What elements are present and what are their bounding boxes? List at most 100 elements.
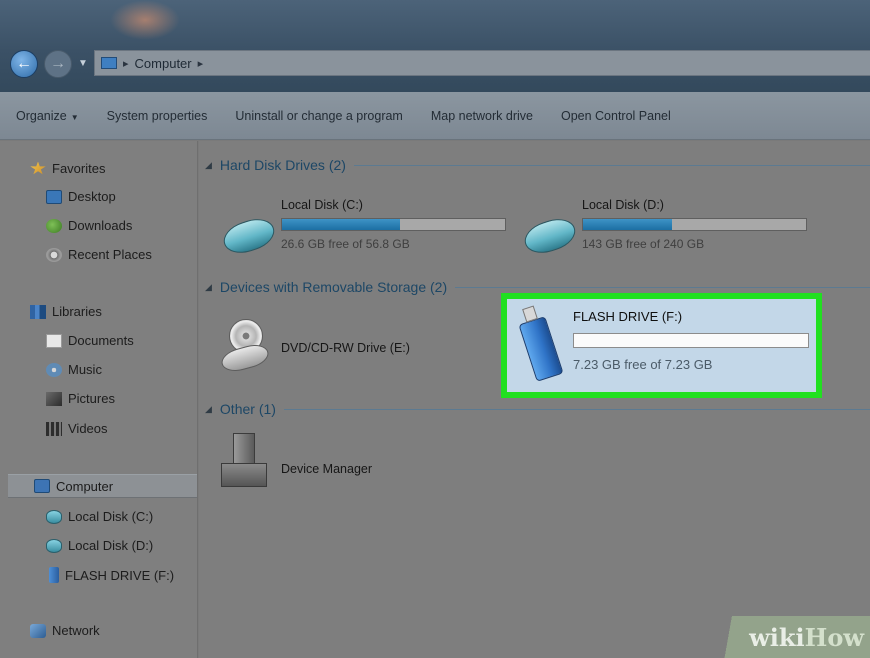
dvd-drive-icon [218,319,272,375]
sidebar-item-favorites[interactable]: Favorites [30,161,105,176]
sidebar-item-local-disk-d[interactable]: Local Disk (D:) [46,538,153,553]
sidebar-item-label: Music [68,362,102,377]
drive-usage-fill [282,219,401,230]
map-network-drive-button[interactable]: Map network drive [417,109,547,123]
drive-flash-f[interactable]: FLASH DRIVE (F:) 7.23 GB free of 7.23 GB [501,293,822,398]
sidebar-item-label: FLASH DRIVE (F:) [65,567,175,583]
group-header-hdd[interactable]: ◢ Hard Disk Drives (2) [205,157,870,173]
drive-local-disk-d[interactable]: Local Disk (D:) 143 GB free of 240 GB [520,196,814,261]
organize-dropdown-icon: ▼ [70,112,79,122]
address-location[interactable]: Computer [135,56,192,71]
sidebar-item-documents[interactable]: Documents [46,333,134,348]
usb-drive-icon [49,567,59,583]
address-separator-icon[interactable]: ▸ [123,57,129,70]
group-divider [353,164,870,166]
sidebar-item-label: Recent Places [68,247,152,262]
usb-flash-drive-icon [518,316,564,382]
hard-disk-icon [219,213,279,259]
computer-tower-icon [233,433,255,467]
group-divider [283,408,870,410]
sidebar-item-label: Videos [68,421,108,436]
drive-icon [46,538,62,553]
documents-icon [46,333,62,348]
sidebar-item-pictures[interactable]: Pictures [46,391,115,406]
drive-name: Local Disk (C:) [281,198,363,212]
organize-button[interactable]: Organize ▼ [0,109,93,123]
group-title: Devices with Removable Storage (2) [219,279,448,295]
recent-locations-dropdown-icon[interactable]: ▼ [78,58,88,69]
sidebar-item-label: Favorites [52,161,106,176]
sidebar-item-label: Libraries [52,304,102,319]
item-name: Device Manager [281,462,373,476]
collapse-triangle-icon[interactable]: ◢ [205,160,212,171]
favorites-star-icon [30,161,46,175]
address-bar[interactable]: ▸ Computer ▸ [94,50,870,76]
drive-name: FLASH DRIVE (F:) [573,309,683,324]
sidebar-item-label: Local Disk (D:) [68,538,154,553]
device-manager-item[interactable]: Device Manager [221,433,471,495]
sidebar-item-label: Desktop [68,189,116,204]
drive-local-disk-c[interactable]: Local Disk (C:) 26.6 GB free of 56.8 GB [219,196,513,261]
sidebar-item-recent-places[interactable]: Recent Places [46,247,152,262]
dvd-tray-icon [218,341,272,375]
navigation-pane: Favorites Desktop Downloads Recent Place… [0,141,198,658]
drive-free-space: 7.23 GB free of 7.23 GB [573,357,713,372]
network-icon [30,623,46,638]
drive-usage-bar [573,333,809,348]
wikihow-watermark: wiki How [700,616,870,658]
group-title: Other (1) [219,401,276,417]
sidebar-item-label: Computer [56,478,114,494]
sidebar-item-label: Downloads [68,218,133,233]
window-glow [110,0,180,40]
drive-icon [46,509,62,524]
collapse-triangle-icon[interactable]: ◢ [205,404,212,415]
videos-icon [46,421,62,436]
title-bar: ← → ▼ ▸ Computer ▸ [0,0,870,92]
libraries-icon [30,304,46,319]
music-icon [46,362,62,377]
sidebar-item-desktop[interactable]: Desktop [46,189,116,204]
sidebar-item-videos[interactable]: Videos [46,421,108,436]
sidebar-item-label: Pictures [68,391,115,406]
device-manager-icon [221,433,267,489]
forward-button[interactable]: → [44,50,72,78]
address-chevron-icon[interactable]: ▸ [198,57,204,70]
pictures-icon [46,391,62,406]
recent-places-icon [46,247,62,262]
drive-usage-fill [583,219,673,230]
toolbox-icon [221,463,267,487]
watermark-how: How [804,622,864,652]
hard-disk-icon [520,213,580,259]
system-properties-button[interactable]: System properties [93,109,222,123]
computer-icon [34,479,50,493]
content-pane: ◢ Hard Disk Drives (2) Local Disk (C:) 2… [199,141,870,658]
sidebar-item-music[interactable]: Music [46,362,102,377]
drive-free-space: 26.6 GB free of 56.8 GB [281,237,410,251]
watermark-wiki: wiki [749,622,805,652]
downloads-icon [46,218,62,233]
sidebar-item-local-disk-c[interactable]: Local Disk (C:) [46,509,153,524]
sidebar-item-label: Network [52,623,100,638]
sidebar-item-downloads[interactable]: Downloads [46,218,132,233]
drive-usage-bar [281,218,506,231]
uninstall-program-button[interactable]: Uninstall or change a program [221,109,416,123]
group-header-other[interactable]: ◢ Other (1) [205,401,870,417]
computer-icon [101,57,117,69]
drive-free-space: 143 GB free of 240 GB [582,237,705,251]
group-divider [455,286,870,288]
command-bar: Organize ▼ System properties Uninstall or… [0,92,870,140]
sidebar-item-computer[interactable]: Computer [8,474,197,498]
sidebar-item-label: Local Disk (C:) [68,509,154,524]
sidebar-item-libraries[interactable]: Libraries [30,304,102,319]
open-control-panel-button[interactable]: Open Control Panel [547,109,685,123]
sidebar-item-network[interactable]: Network [30,623,100,638]
group-title: Hard Disk Drives (2) [219,157,346,173]
collapse-triangle-icon[interactable]: ◢ [205,282,212,293]
drive-usage-bar [582,218,807,231]
sidebar-item-label: Documents [68,333,134,348]
desktop-icon [46,189,62,204]
sidebar-item-flash-drive[interactable]: FLASH DRIVE (F:) [49,567,174,583]
drive-name: DVD/CD-RW Drive (E:) [281,341,410,355]
drive-dvd-e[interactable]: DVD/CD-RW Drive (E:) [218,319,471,381]
back-button[interactable]: ← [10,50,38,78]
